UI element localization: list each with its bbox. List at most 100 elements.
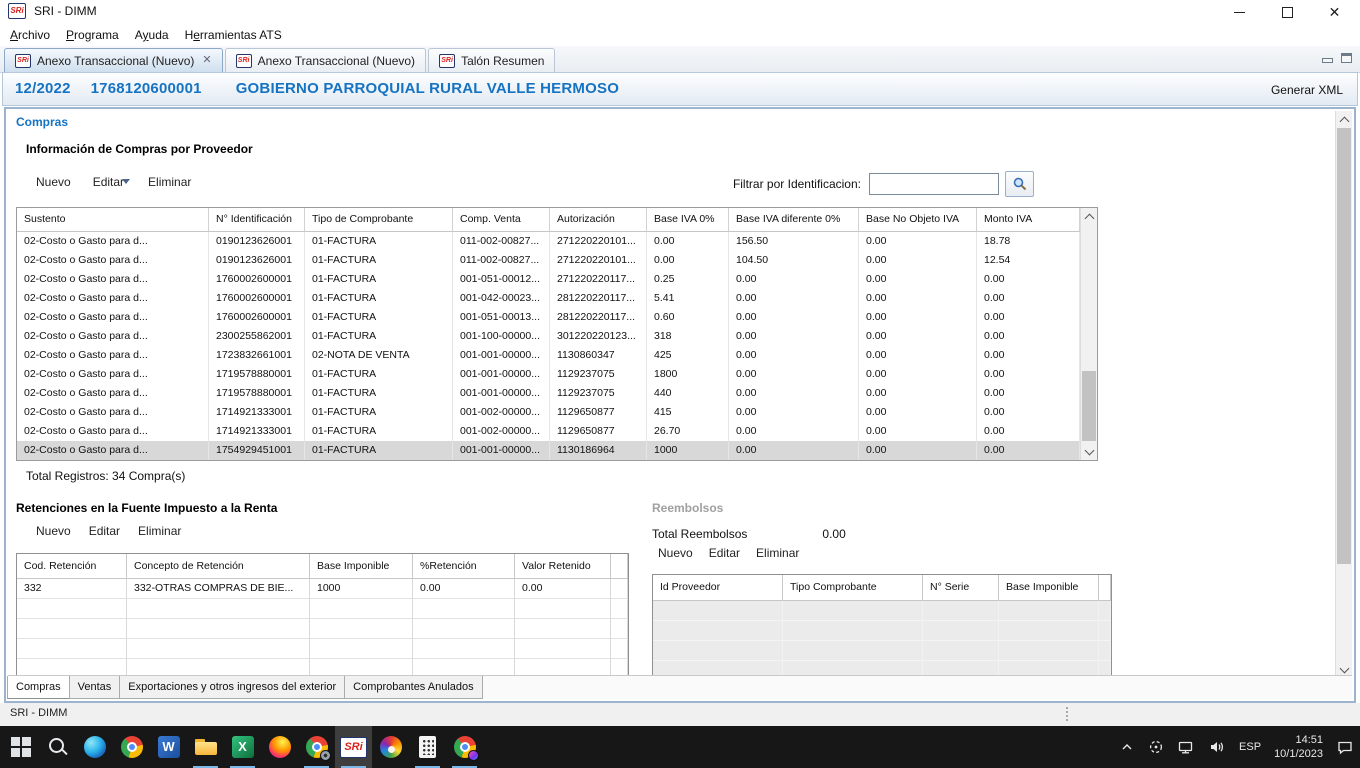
- taskbar-sri-dimm-button[interactable]: [335, 726, 372, 768]
- status-splitter-grip[interactable]: [1066, 707, 1068, 721]
- network-icon[interactable]: [1177, 739, 1195, 755]
- tab-anexo-transaccional-nuevo[interactable]: SRiAnexo Transaccional (Nuevo): [225, 48, 426, 72]
- reem-eliminar-button[interactable]: Eliminar: [756, 546, 799, 560]
- taskbar-paint-button[interactable]: [372, 726, 409, 768]
- speaker-icon[interactable]: [1208, 739, 1226, 755]
- restore-button[interactable]: [1265, 0, 1310, 24]
- column-header[interactable]: Comp. Venta: [453, 208, 550, 232]
- column-header[interactable]: Base No Objeto IVA: [859, 208, 977, 232]
- editar-dropdown-icon[interactable]: [122, 179, 130, 184]
- ret-eliminar-button[interactable]: Eliminar: [138, 524, 181, 538]
- ret-editar-button[interactable]: Editar: [89, 524, 120, 538]
- table-cell: 01-FACTURA: [305, 308, 453, 327]
- bottom-tab-ventas[interactable]: Ventas: [69, 676, 121, 699]
- menu-programa[interactable]: Programa: [66, 28, 119, 42]
- maximize-view-icon[interactable]: [1341, 53, 1352, 63]
- column-header[interactable]: Id Proveedor: [653, 575, 783, 601]
- scroll-up-icon[interactable]: [1081, 208, 1097, 225]
- taskbar-chrome-profile-button[interactable]: [446, 726, 483, 768]
- minimize-icon: [1234, 12, 1245, 13]
- table-cell-empty: [127, 639, 310, 659]
- table-row[interactable]: 02-Costo o Gasto para d...17195788800010…: [17, 365, 1080, 384]
- table-row[interactable]: 02-Costo o Gasto para d...17600026000010…: [17, 270, 1080, 289]
- tab-talon-resumen[interactable]: SRiTalón Resumen: [428, 48, 555, 72]
- column-header[interactable]: Cod. Retención: [17, 554, 127, 579]
- taskbar-calculator-button[interactable]: [409, 726, 446, 768]
- column-header[interactable]: Monto IVA: [977, 208, 1080, 232]
- column-header[interactable]: Base IVA 0%: [647, 208, 729, 232]
- reem-editar-button[interactable]: Editar: [709, 546, 740, 560]
- tray-app-icon[interactable]: [1148, 739, 1164, 755]
- tray-chevron-up-icon[interactable]: [1119, 739, 1135, 755]
- eliminar-button[interactable]: Eliminar: [148, 175, 191, 189]
- column-header[interactable]: Tipo Comprobante: [783, 575, 923, 601]
- column-header[interactable]: N° Identificación: [209, 208, 305, 232]
- reem-nuevo-button[interactable]: Nuevo: [658, 546, 693, 560]
- menu-ayuda[interactable]: Ayuda: [135, 28, 169, 42]
- taskbar-excel-button[interactable]: [224, 726, 261, 768]
- nuevo-button[interactable]: Nuevo: [36, 175, 71, 189]
- panel-scrollbar[interactable]: [1335, 111, 1352, 678]
- sri-logo-icon: SRi: [236, 54, 252, 68]
- panel-scroll-up-icon[interactable]: [1336, 111, 1352, 128]
- filter-input[interactable]: [869, 173, 999, 195]
- action-center-icon[interactable]: [1336, 738, 1354, 756]
- column-header[interactable]: [611, 554, 628, 579]
- table-row[interactable]: 02-Costo o Gasto para d...17149213330010…: [17, 422, 1080, 441]
- column-header[interactable]: %Retención: [413, 554, 515, 579]
- bottom-tab-compras[interactable]: Compras: [7, 676, 70, 699]
- close-button[interactable]: ✕: [1312, 0, 1357, 24]
- taskbar-start-button[interactable]: [2, 726, 39, 768]
- column-header[interactable]: Base IVA diferente 0%: [729, 208, 859, 232]
- tab-anexo-transaccional-nuevo[interactable]: SRiAnexo Transaccional (Nuevo)✕: [4, 48, 223, 72]
- table-scrollbar[interactable]: [1080, 208, 1097, 460]
- taskbar-explorer-button[interactable]: [187, 726, 224, 768]
- table-row[interactable]: 02-Costo o Gasto para d...01901236260010…: [17, 251, 1080, 270]
- language-indicator[interactable]: ESP: [1239, 741, 1261, 753]
- clock[interactable]: 14:51 10/1/2023: [1274, 733, 1323, 762]
- table-row[interactable]: 332332-OTRAS COMPRAS DE BIE...10000.000.…: [17, 579, 628, 599]
- bottom-tab-bar: ComprasVentasExportaciones y otros ingre…: [8, 675, 1352, 699]
- taskbar-edge-button[interactable]: [76, 726, 113, 768]
- column-header[interactable]: Valor Retenido: [515, 554, 611, 579]
- table-row[interactable]: 02-Costo o Gasto para d...17600026000010…: [17, 308, 1080, 327]
- column-header[interactable]: Tipo de Comprobante: [305, 208, 453, 232]
- scroll-down-icon[interactable]: [1081, 443, 1097, 460]
- table-row[interactable]: 02-Costo o Gasto para d...17600026000010…: [17, 289, 1080, 308]
- taskbar-word-button[interactable]: [150, 726, 187, 768]
- menu-herramientas-ats[interactable]: Herramientas ATS: [185, 28, 282, 42]
- taskbar-chrome-extension-button[interactable]: [298, 726, 335, 768]
- firefox-icon: [268, 735, 292, 759]
- editar-button[interactable]: Editar: [93, 175, 124, 189]
- column-header[interactable]: Base Imponible: [310, 554, 413, 579]
- bottom-tab-comprobantes-anulados[interactable]: Comprobantes Anulados: [344, 676, 482, 699]
- ret-nuevo-button[interactable]: Nuevo: [36, 524, 71, 538]
- column-header[interactable]: Concepto de Retención: [127, 554, 310, 579]
- panel-scrollbar-thumb[interactable]: [1337, 128, 1351, 564]
- bottom-tab-exportaciones-y-otros-ingresos-del-exterior[interactable]: Exportaciones y otros ingresos del exter…: [119, 676, 345, 699]
- scrollbar-thumb[interactable]: [1082, 371, 1096, 441]
- minimize-view-icon[interactable]: [1322, 58, 1333, 63]
- table-row[interactable]: 02-Costo o Gasto para d...17549294510010…: [17, 441, 1080, 460]
- taskbar-chrome-button[interactable]: [113, 726, 150, 768]
- tab-close-icon[interactable]: ✕: [202, 55, 211, 66]
- column-header[interactable]: Base Imponible: [999, 575, 1099, 601]
- table-row[interactable]: 02-Costo o Gasto para d...17149213330010…: [17, 403, 1080, 422]
- taskbar-search-button[interactable]: [39, 726, 76, 768]
- column-header[interactable]: N° Serie: [923, 575, 999, 601]
- table-cell: 02-Costo o Gasto para d...: [17, 346, 209, 365]
- table-row[interactable]: 02-Costo o Gasto para d...17238326610010…: [17, 346, 1080, 365]
- menu-archivo[interactable]: Archivo: [10, 28, 50, 42]
- table-row[interactable]: 02-Costo o Gasto para d...17195788800010…: [17, 384, 1080, 403]
- minimize-button[interactable]: [1217, 0, 1262, 24]
- table-row[interactable]: 02-Costo o Gasto para d...01901236260010…: [17, 232, 1080, 251]
- column-header[interactable]: Autorización: [550, 208, 647, 232]
- search-icon: [46, 735, 70, 759]
- generate-xml-button[interactable]: Generar XML: [1271, 83, 1343, 97]
- column-header[interactable]: [1099, 575, 1111, 601]
- taskbar-firefox-button[interactable]: [261, 726, 298, 768]
- column-header[interactable]: Sustento: [17, 208, 209, 232]
- table-row[interactable]: 02-Costo o Gasto para d...23002558620010…: [17, 327, 1080, 346]
- search-button[interactable]: [1005, 171, 1034, 197]
- start-icon: [9, 735, 33, 759]
